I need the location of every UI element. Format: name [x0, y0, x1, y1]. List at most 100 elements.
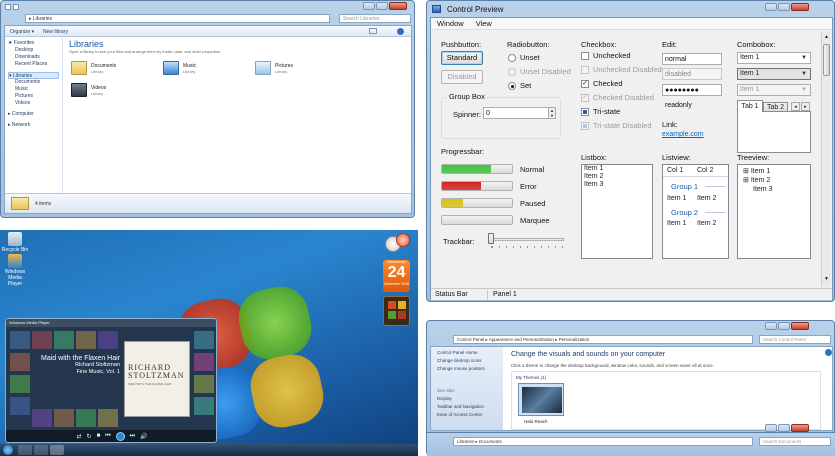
mouse-pointers-link[interactable]: Change mouse pointers	[437, 365, 497, 373]
recycle-bin-shortcut[interactable]: Recycle Bin	[1, 232, 29, 253]
help-icon[interactable]	[825, 349, 832, 356]
standard-button[interactable]: Standard	[441, 51, 483, 65]
taskbar-ie-button[interactable]	[18, 445, 32, 455]
repeat-icon[interactable]: ↻	[87, 433, 92, 440]
menu-view[interactable]: View	[476, 19, 492, 28]
nav-favorites[interactable]: ★ Favorites	[8, 40, 59, 47]
combobox-disabled[interactable]: Item 1 ▼	[737, 84, 811, 96]
combobox-normal[interactable]: Item 1 ▼	[737, 52, 811, 64]
maximize-button[interactable]	[778, 424, 790, 432]
expand-plus-icon[interactable]: ⊞	[743, 168, 749, 175]
search-input[interactable]: Search Libraries	[339, 14, 411, 23]
library-tile-documents[interactable]: Documents Library	[71, 61, 151, 79]
trackbar-thumb[interactable]	[488, 233, 494, 244]
nav-item-desktop[interactable]: Desktop	[8, 47, 59, 54]
column-header[interactable]: Col 2	[697, 167, 713, 174]
edit-readonly[interactable]: readonly	[662, 99, 722, 111]
minimize-button[interactable]	[765, 424, 777, 432]
nav-item-documents[interactable]: Documents	[8, 79, 59, 86]
edit-password[interactable]: ●●●●●●●●	[662, 84, 722, 96]
edit-disabled[interactable]: disabled	[662, 68, 722, 80]
checkbox-unchecked-disabled[interactable]	[581, 66, 589, 74]
maximize-button[interactable]	[778, 3, 790, 11]
search-input[interactable]: Search Control Panel	[759, 335, 831, 344]
scroll-up-icon[interactable]: ▲	[823, 34, 830, 41]
stop-icon[interactable]: ■	[97, 433, 101, 439]
listview[interactable]: Col 1 Col 2 Group 1 Item 1 Item 2 Group …	[662, 164, 729, 259]
library-tile-music[interactable]: Music Library	[163, 61, 243, 79]
vertical-scrollbar[interactable]: ▲ ▼	[821, 32, 831, 287]
maximize-button[interactable]	[778, 322, 790, 330]
example-link[interactable]: example.com	[662, 131, 704, 138]
listbox[interactable]: Item 1 Item 2 Item 3	[581, 164, 653, 259]
volume-icon[interactable]: 🔊	[140, 433, 147, 440]
radio-unset-disabled[interactable]	[508, 68, 516, 76]
radio-set[interactable]	[508, 82, 516, 90]
checkbox-unchecked[interactable]	[581, 52, 589, 60]
nav-libraries[interactable]: ▾ Libraries	[8, 72, 59, 79]
tab-scroll-left-icon[interactable]: ◂	[791, 102, 800, 111]
maximize-button[interactable]	[376, 2, 388, 10]
shuffle-icon[interactable]: ⇄	[77, 433, 82, 440]
taskbar-explorer-button[interactable]	[34, 445, 48, 455]
list-item[interactable]: Item 3	[582, 181, 652, 189]
close-button[interactable]	[389, 2, 407, 10]
slideshow-gadget[interactable]	[383, 296, 410, 326]
close-button[interactable]	[791, 424, 809, 432]
list-item[interactable]: Item 2	[582, 173, 652, 181]
scroll-thumb[interactable]	[823, 44, 830, 76]
list-cell[interactable]: Item 2	[697, 220, 716, 227]
list-item[interactable]: Item 1	[582, 165, 652, 173]
list-cell[interactable]: Item 1	[667, 220, 686, 227]
checkbox-checked-disabled[interactable]: ✓	[581, 94, 589, 102]
documents-search-input[interactable]: Search Documents	[759, 437, 831, 446]
clock-gadget[interactable]	[383, 233, 411, 257]
documents-address-bar[interactable]: Libraries ▸ Documents	[453, 437, 753, 446]
treeview[interactable]: ⊞ Item 1 ⊞ Item 2 Item 3	[737, 164, 811, 259]
start-button[interactable]	[3, 445, 13, 455]
nav-item-pictures[interactable]: Pictures	[8, 93, 59, 100]
close-button[interactable]	[791, 3, 809, 11]
control-panel-home-link[interactable]: Control Panel Home	[437, 349, 497, 357]
combobox-dropdown-list[interactable]: Item 1 ▼	[737, 68, 811, 80]
view-icon[interactable]	[369, 28, 377, 34]
nav-network[interactable]: ▸ Network	[8, 122, 59, 129]
list-cell[interactable]: Item 1	[667, 195, 686, 202]
tree-item[interactable]: ⊞ Item 1	[741, 168, 770, 176]
desktop-icons-link[interactable]: Change desktop icons	[437, 357, 497, 365]
theme-thumbnail[interactable]	[518, 383, 564, 416]
list-cell[interactable]: Item 2	[697, 195, 716, 202]
nav-computer[interactable]: ▸ Computer	[8, 111, 59, 118]
back-icon[interactable]	[5, 4, 11, 10]
library-tile-videos[interactable]: Videos Library	[71, 83, 151, 101]
previous-icon[interactable]: ⏮	[105, 433, 110, 440]
nav-item-downloads[interactable]: Downloads	[8, 54, 59, 61]
play-button[interactable]	[115, 431, 125, 441]
minimize-button[interactable]	[765, 322, 777, 330]
tab-1[interactable]: Tab 1	[737, 100, 763, 112]
minimize-button[interactable]	[363, 2, 375, 10]
tab-2[interactable]: Tab 2	[763, 102, 788, 112]
taskbar-link[interactable]: Taskbar and Navigation	[437, 403, 497, 411]
media-player-shortcut[interactable]: Windows Media Player	[1, 254, 29, 287]
taskbar-media-player-button[interactable]	[50, 445, 64, 455]
radio-unset[interactable]	[508, 54, 516, 62]
menu-window[interactable]: Window	[437, 19, 464, 28]
column-header[interactable]: Col 1	[667, 167, 683, 174]
nav-item-music[interactable]: Music	[8, 86, 59, 93]
scroll-down-icon[interactable]: ▼	[823, 276, 830, 283]
address-bar[interactable]: Control Panel ▸ Appearance and Personali…	[453, 335, 753, 344]
new-library-button[interactable]: New library	[43, 29, 68, 35]
checkbox-tristate-disabled[interactable]	[581, 122, 589, 130]
display-link[interactable]: Display	[437, 395, 497, 403]
edit-normal[interactable]: normal	[662, 53, 722, 65]
organize-button[interactable]: Organize ▾	[10, 29, 34, 35]
disabled-button[interactable]: Disabled	[441, 70, 483, 84]
tree-item[interactable]: ⊞ Item 2	[741, 177, 770, 185]
spinner-arrows-icon[interactable]: ▲ ▼	[548, 107, 556, 119]
forward-icon[interactable]	[13, 4, 19, 10]
nav-item-recent-places[interactable]: Recent Places	[8, 61, 59, 68]
address-bar[interactable]: ▸ Libraries	[25, 14, 330, 23]
tab-scroll-right-icon[interactable]: ▸	[801, 102, 810, 111]
tree-item[interactable]: Item 3	[751, 186, 772, 194]
